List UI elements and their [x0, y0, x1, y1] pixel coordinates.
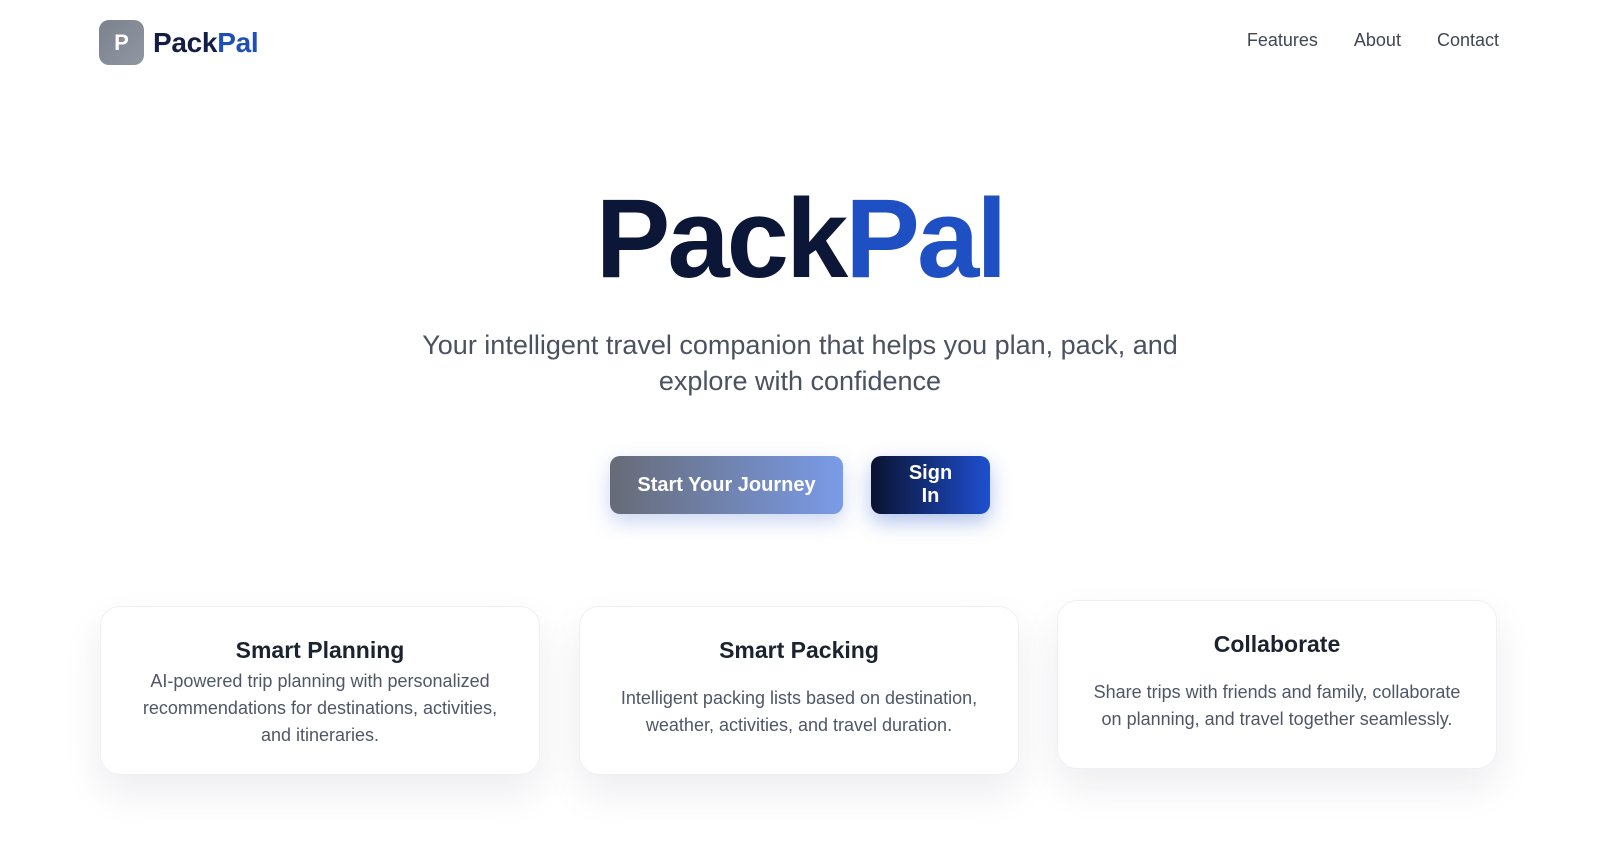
feature-card-title: Smart Planning	[235, 637, 405, 663]
site-header: P PackPal Features About Contact	[0, 0, 1600, 86]
feature-card-title: Smart Packing	[719, 637, 879, 663]
brand-name: PackPal	[153, 26, 259, 59]
feature-card-description: AI-powered trip planning with personaliz…	[142, 671, 498, 745]
start-journey-button[interactable]: Start Your Journey	[610, 456, 843, 514]
nav-link-contact[interactable]: Contact	[1437, 30, 1499, 51]
feature-card-smart-planning: Smart Planning AI-powered trip planning …	[100, 606, 540, 775]
top-nav: Features About Contact	[1247, 30, 1499, 51]
brand-name-part1: Pack	[153, 26, 218, 58]
cta-row: Start Your Journey Sign In	[0, 456, 1600, 514]
feature-card-title: Collaborate	[1213, 631, 1341, 657]
feature-card-collaborate: Collaborate Share trips with friends and…	[1057, 600, 1497, 769]
hero-title-part1: Pack	[595, 176, 849, 301]
brand-name-part2: Pal	[217, 26, 259, 58]
feature-card-smart-packing: Smart Packing Intelligent packing lists …	[579, 606, 1019, 775]
hero-title: PackPal	[0, 183, 1600, 295]
nav-link-about[interactable]: About	[1354, 30, 1401, 51]
feature-card-description: Share trips with friends and family, col…	[1093, 682, 1461, 729]
sign-in-button[interactable]: Sign In	[871, 456, 990, 514]
nav-link-features[interactable]: Features	[1247, 30, 1318, 51]
hero-title-part2: Pal	[845, 176, 1007, 301]
feature-card-description: Intelligent packing lists based on desti…	[620, 688, 978, 735]
brand-logo-link[interactable]: P PackPal	[99, 20, 259, 65]
logo-badge-icon: P	[99, 20, 144, 65]
hero-subtitle: Your intelligent travel companion that h…	[422, 330, 1178, 396]
